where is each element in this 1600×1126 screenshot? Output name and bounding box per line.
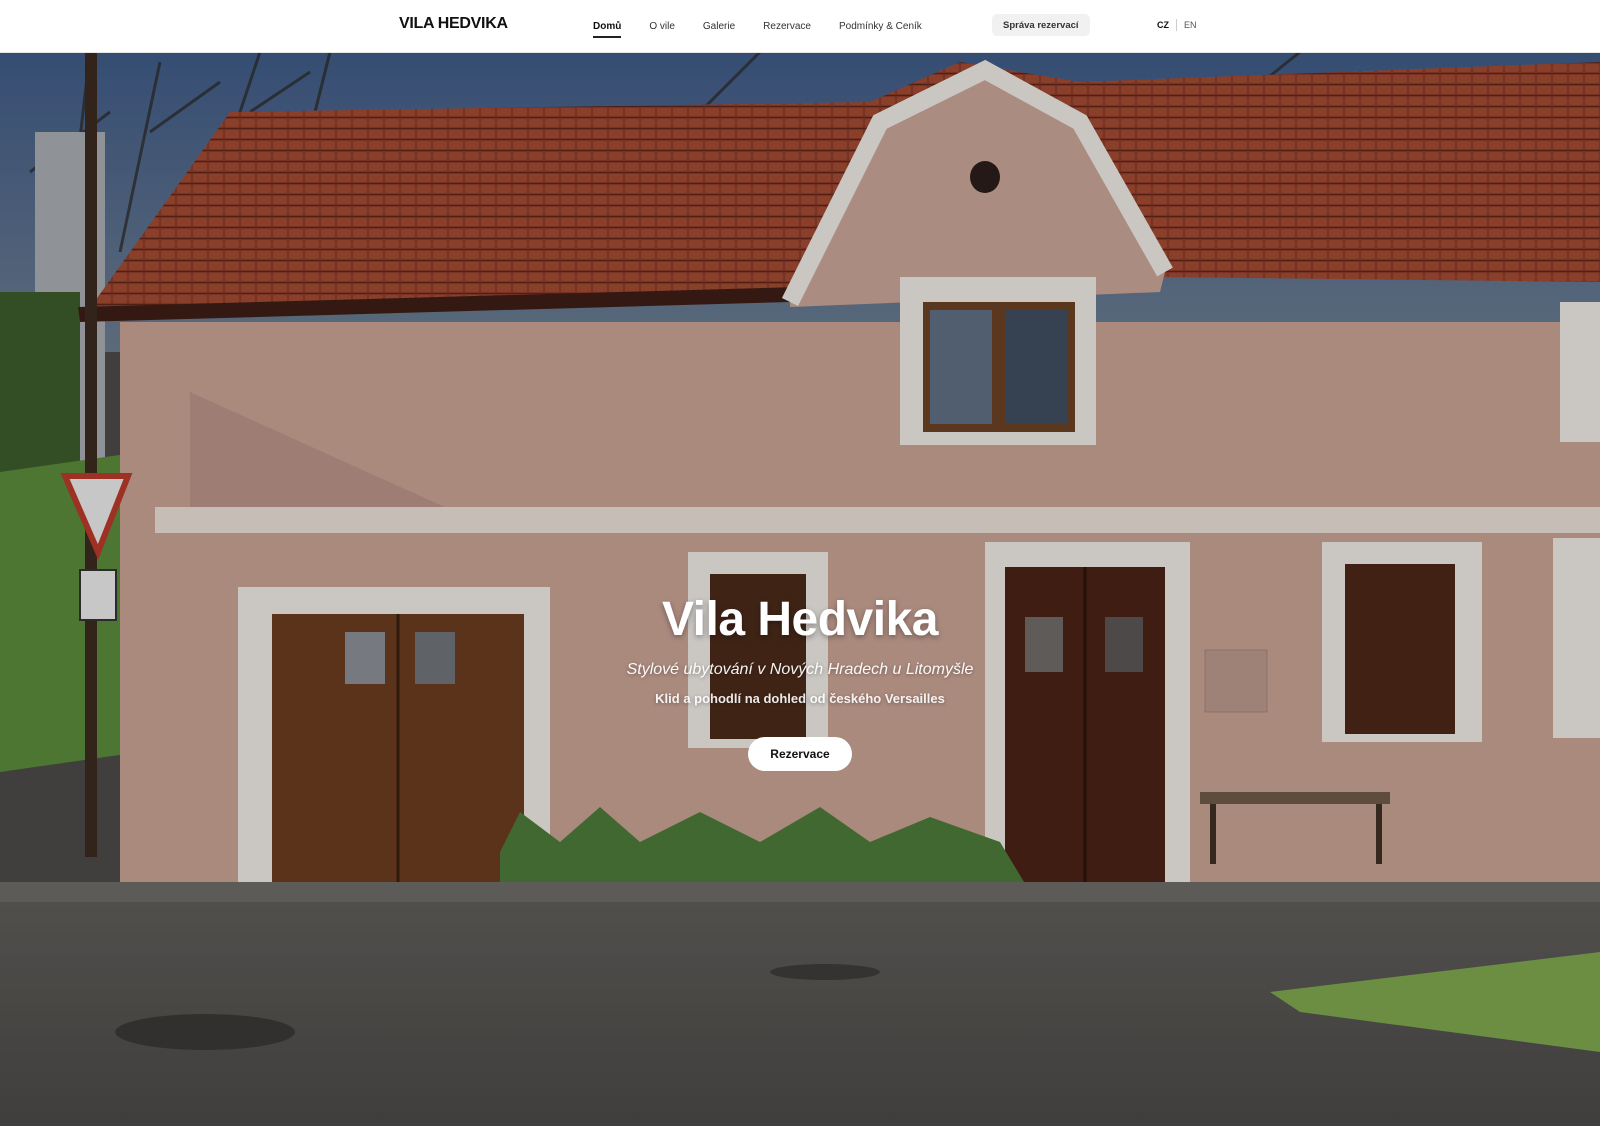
lang-divider — [1176, 19, 1177, 31]
nav-item-podminky-cenik[interactable]: Podmínky & Ceník — [831, 0, 930, 52]
lang-en-link[interactable]: EN — [1184, 20, 1197, 30]
hero-dark-overlay — [0, 52, 1600, 1126]
nav-item-o-vile[interactable]: O vile — [641, 0, 683, 52]
hero-tagline: Klid a pohodlí na dohled od českého Vers… — [655, 691, 945, 706]
hero-subtitle: Stylové ubytování v Nových Hradech u Lit… — [626, 661, 974, 678]
manage-reservations-button[interactable]: Správa rezervací — [992, 14, 1090, 36]
hero-title: Vila Hedvika — [662, 593, 938, 646]
hero-section: Vila Hedvika Stylové ubytování v Nových … — [0, 52, 1600, 1126]
site-logo[interactable]: VILA HEDVIKA — [399, 15, 508, 33]
top-navigation-bar: VILA HEDVIKA Domů O vile Galerie Rezerva… — [0, 0, 1600, 53]
nav-item-galerie[interactable]: Galerie — [695, 0, 743, 52]
lang-cz-link[interactable]: CZ — [1157, 20, 1169, 30]
hero-reservation-button[interactable]: Rezervace — [748, 737, 852, 771]
nav-item-rezervace[interactable]: Rezervace — [755, 0, 819, 52]
language-switcher: CZ EN — [1157, 19, 1197, 31]
main-nav: Domů O vile Galerie Rezervace Podmínky &… — [585, 0, 942, 52]
hero-content: Vila Hedvika Stylové ubytování v Nových … — [0, 592, 1600, 771]
nav-item-domu[interactable]: Domů — [585, 0, 629, 52]
